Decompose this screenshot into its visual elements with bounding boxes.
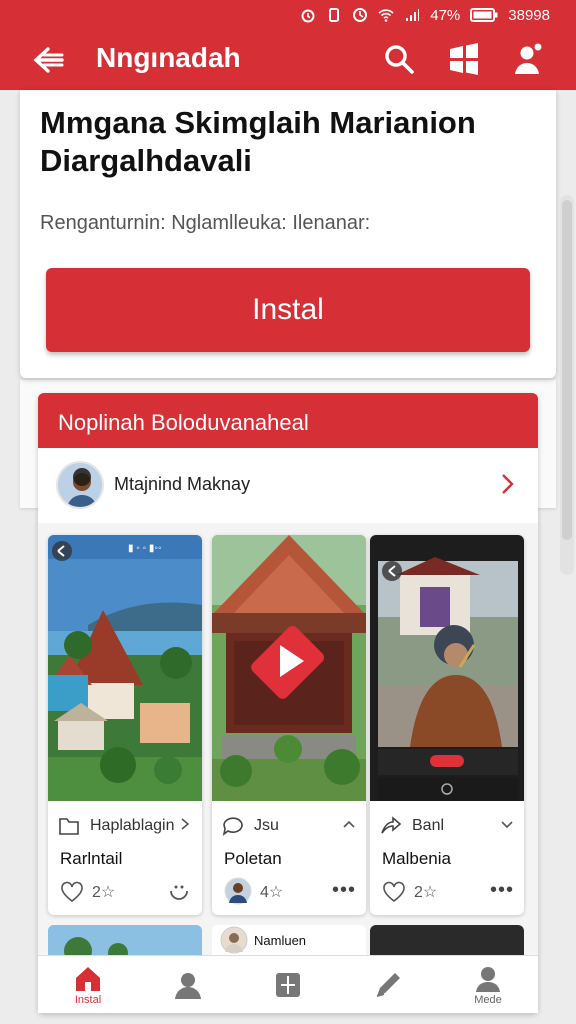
avatar [220,926,248,954]
feed-card: Noplinah Boloduvanaheal Mtajnind Maknay [38,393,538,1013]
creator-name: Mtajnind Maknay [114,474,251,494]
video-tile[interactable]: Banl Malbenia 2☆ ••• [370,535,524,915]
nav-item-profile[interactable]: Mede [438,956,538,1013]
clock-icon [353,8,368,22]
tile-meta-label: Jsu [254,817,279,834]
more-icon[interactable]: ••• [332,879,356,902]
app-bar: Nngınadah [0,30,576,90]
share-icon[interactable] [380,816,402,836]
chevron-right-icon[interactable] [500,472,516,496]
wifi-icon [378,9,394,22]
pen-icon [376,972,400,997]
tile-footer: 4☆ ••• [224,877,364,905]
signal-icon [406,9,420,21]
nav-label: Mede [474,993,502,1006]
back-arrow-icon[interactable] [30,43,66,77]
heart-icon[interactable] [60,881,84,903]
more-icon[interactable]: ••• [490,879,514,902]
next-tile-thumbnail[interactable] [48,925,202,955]
profile-icon[interactable] [510,42,544,76]
home-icon [76,966,100,991]
next-tile-thumbnail[interactable] [370,925,524,955]
tile-count: 4☆ [260,884,284,901]
tile-count: 2☆ [92,884,116,901]
tile-meta: Banl [380,811,520,841]
video-tile[interactable]: Jsu Poletan 4☆ ••• [212,535,366,915]
tile-footer: 2☆ [60,879,200,905]
tile-meta: Jsu [222,811,362,841]
chevron-up-icon[interactable] [342,817,356,831]
windows-icon[interactable] [447,42,481,76]
search-icon[interactable] [382,42,416,76]
chevron-right-icon[interactable] [178,817,192,831]
battery-percent: 47% [430,6,461,24]
app-title: Nngınadah [96,42,241,73]
tile-caption: Rarlntail [60,849,123,868]
chevron-down-icon[interactable] [500,817,514,831]
svg-text:▮ ◦ ◦ ▮◦◦: ▮ ◦ ◦ ▮◦◦ [128,543,162,554]
nav-label: Instal [74,993,102,1006]
tile-meta-label: Banl [412,817,445,834]
village-thumbnail[interactable]: ▮ ◦ ◦ ▮◦◦ [48,535,202,801]
alarm-icon [301,9,315,23]
user-icon [476,966,500,992]
next-tile-header[interactable]: Namluen [212,925,366,955]
nav-item-person[interactable] [138,956,238,1013]
bookmark-icon[interactable] [58,816,80,836]
nav-item-pen[interactable] [338,956,438,1013]
nav-item-install[interactable]: Instal [38,956,138,1013]
promo-subtitle: Renganturnin: Nglamlleuka: Ilenanar: [40,212,371,234]
install-button[interactable]: Instal [46,268,530,352]
scrollbar-thumb[interactable] [562,200,572,540]
video-tile[interactable]: ▮ ◦ ◦ ▮◦◦ Haplablagin Rarlntail 2☆ [48,535,202,915]
status-bar: 47% 38998 [0,0,576,30]
status-time: 38998 [508,6,550,24]
tile-count: 2☆ [414,884,438,901]
heart-icon[interactable] [382,881,406,903]
comment-icon[interactable] [222,816,244,836]
creator-row[interactable]: Mtajnind Maknay [38,448,538,523]
tile-caption: Malbenia [382,849,451,868]
promo-card: Mmgana Skimglaih Marianion Diargalhdaval… [20,90,556,378]
tile-meta: Haplablagin [58,811,198,841]
house-thumbnail[interactable] [212,535,366,801]
tile-footer: 2☆ ••• [382,879,522,905]
tile-meta-label: Haplablagin [90,817,175,834]
bottom-nav: Instal Mede [38,955,538,1013]
avatar [56,461,104,509]
nav-item-grid[interactable] [238,956,338,1013]
next-tile-label: Namluen [254,932,307,948]
vibrate-icon [329,8,340,22]
avatar[interactable] [224,877,252,905]
feed-header: Noplinah Boloduvanaheal [38,393,538,448]
battery-icon [470,8,498,22]
tile-caption: Poletan [224,849,282,868]
emoji-icon[interactable] [168,881,190,901]
person-icon [175,972,201,999]
person-thumbnail[interactable] [370,535,524,801]
promo-heading: Mmgana Skimglaih Marianion Diargalhdaval… [40,105,476,178]
grid-icon [276,972,300,997]
